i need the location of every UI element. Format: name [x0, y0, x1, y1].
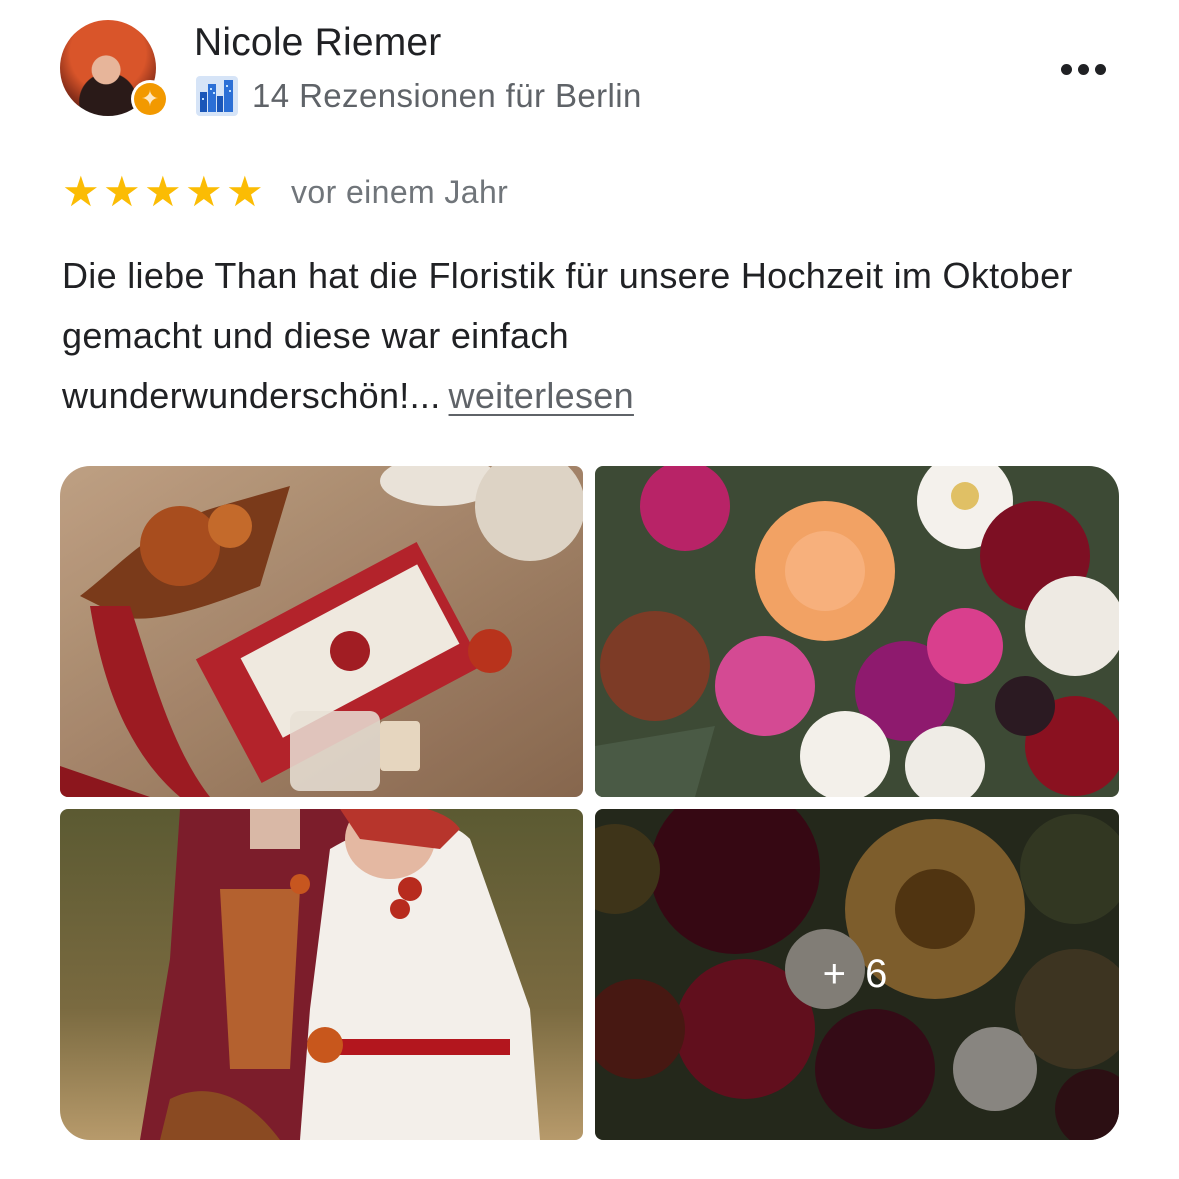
- star-icon: ★: [144, 168, 182, 215]
- read-more-link[interactable]: weiterlesen: [449, 375, 634, 416]
- local-guide-badge: ✦: [131, 80, 169, 118]
- star-icon: ★: [185, 168, 223, 215]
- star-rating: ★★★★★: [62, 171, 267, 213]
- review-photo-4[interactable]: + 6: [595, 809, 1119, 1140]
- review-photo-1[interactable]: [60, 466, 583, 797]
- star-icon: ★: [226, 168, 264, 215]
- more-options-button[interactable]: [1052, 52, 1114, 86]
- star-icon: ★: [62, 168, 100, 215]
- review-photo-3[interactable]: [60, 809, 583, 1140]
- more-dot: [1094, 63, 1106, 75]
- reviewer-name[interactable]: Nicole Riemer: [194, 21, 442, 65]
- more-dot: [1077, 63, 1089, 75]
- local-guide-star-icon: ✦: [134, 83, 166, 115]
- reviewer-meta: 14 Rezensionen für Berlin: [196, 74, 642, 118]
- reviews-count[interactable]: 14 Rezensionen für Berlin: [252, 77, 642, 115]
- more-horizontal-icon: [1060, 63, 1072, 75]
- review-text: Die liebe Than hat die Floristik für uns…: [62, 246, 1132, 426]
- rating-row: ★★★★★ vor einem Jahr: [62, 170, 508, 214]
- more-photos-overlay[interactable]: + 6: [595, 809, 1119, 1140]
- review-date: vor einem Jahr: [291, 173, 509, 210]
- city-skyline-icon: [196, 76, 238, 116]
- review-photo-2[interactable]: [595, 466, 1119, 797]
- star-icon: ★: [103, 168, 141, 215]
- more-photos-count: + 6: [822, 952, 892, 996]
